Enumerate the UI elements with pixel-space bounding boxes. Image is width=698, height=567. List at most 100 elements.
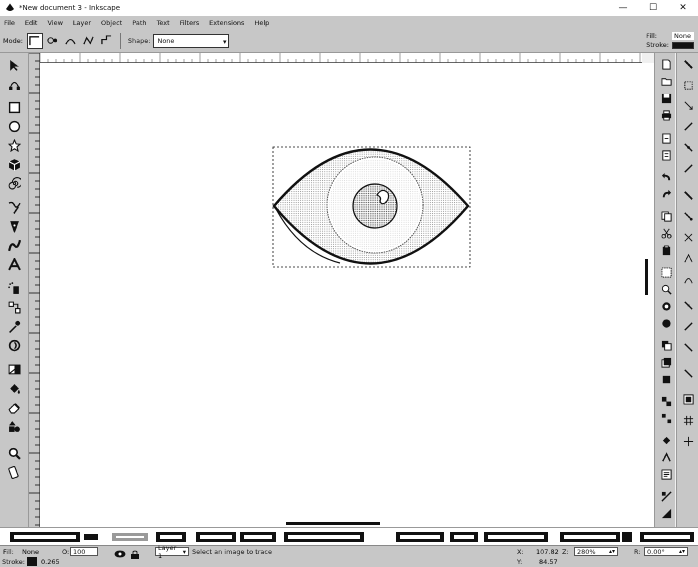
3d-box-tool[interactable] [4, 156, 24, 172]
zoom-tool[interactable] [4, 445, 24, 461]
snap-guide-button[interactable] [681, 434, 695, 448]
connector-tool[interactable] [4, 418, 24, 434]
paste-button[interactable] [659, 243, 673, 257]
snap-bbox-button[interactable] [681, 78, 695, 92]
rectangle-tool[interactable] [4, 99, 24, 115]
unlink-clone-button[interactable] [659, 372, 673, 386]
snap-midpoint-button[interactable] [681, 140, 695, 154]
paraxial-mode-button[interactable] [100, 34, 114, 48]
snap-text-baseline-button[interactable] [681, 366, 695, 380]
preferences-button[interactable] [659, 506, 673, 520]
snap-paths-button[interactable] [681, 209, 695, 223]
vertical-scrollbar[interactable] [642, 63, 654, 527]
eraser-tool[interactable] [4, 399, 24, 415]
cut-button[interactable] [659, 226, 673, 240]
maximize-button[interactable]: ☐ [638, 0, 668, 16]
vertical-scroll-thumb[interactable] [645, 259, 648, 295]
node-tool[interactable] [4, 75, 24, 91]
mesh-tool[interactable] [4, 361, 24, 377]
dropper-tool[interactable] [4, 318, 24, 334]
zoom-drawing-button[interactable] [659, 282, 673, 296]
rotation-input[interactable]: 0.00° ▴▾ [644, 547, 688, 556]
clone-button[interactable] [659, 355, 673, 369]
vertical-ruler[interactable] [29, 52, 40, 527]
color-palette[interactable] [0, 527, 698, 545]
save-button[interactable] [659, 91, 673, 105]
menu-text[interactable]: Text [152, 19, 175, 27]
layer-visibility-toggle[interactable] [114, 550, 126, 558]
pencil-tool[interactable] [4, 199, 24, 215]
bspline-mode-button[interactable] [64, 34, 78, 48]
horizontal-ruler[interactable] [39, 53, 642, 63]
zigzag-mode-button[interactable] [82, 34, 96, 48]
layer-select[interactable]: Layer 1 ▾ [155, 544, 189, 560]
zoom-fit-button[interactable] [659, 316, 673, 330]
drawing-canvas[interactable] [40, 63, 642, 527]
calligraphy-tool[interactable] [4, 237, 24, 253]
palette-swatch[interactable] [622, 532, 632, 542]
menu-filters[interactable]: Filters [175, 19, 204, 27]
menu-layer[interactable]: Layer [68, 19, 96, 27]
snap-smooth-button[interactable] [681, 272, 695, 286]
paint-bucket-tool[interactable] [4, 380, 24, 396]
redo-button[interactable] [659, 187, 673, 201]
zoom-input[interactable]: 280% ▴▾ [574, 547, 618, 556]
text-font-dialog-button[interactable] [659, 450, 673, 464]
fill-stroke-dialog-button[interactable] [659, 433, 673, 447]
snap-center-button[interactable] [681, 161, 695, 175]
align-distribute-button[interactable] [659, 489, 673, 503]
undo-button[interactable] [659, 170, 673, 184]
regular-bezier-mode-button[interactable] [26, 32, 43, 49]
snap-object-center-button[interactable] [681, 319, 695, 333]
spiro-mode-button[interactable] [46, 34, 60, 48]
snap-bbox-corner-button[interactable] [681, 119, 695, 133]
measure-tool[interactable] [4, 299, 24, 315]
zoom-selection-button[interactable] [659, 265, 673, 279]
snap-nodes-button[interactable] [681, 188, 695, 202]
text-tool[interactable] [4, 256, 24, 272]
palette-swatch[interactable] [84, 534, 98, 540]
menu-help[interactable]: Help [249, 19, 274, 27]
close-button[interactable]: ✕ [668, 0, 698, 16]
horizontal-scroll-thumb[interactable] [286, 522, 380, 525]
pupil[interactable] [352, 183, 398, 229]
opacity-input[interactable]: 100 [70, 547, 98, 556]
menu-file[interactable]: File [0, 19, 20, 27]
ellipse-tool[interactable] [4, 118, 24, 134]
spray-tool[interactable] [4, 280, 24, 296]
menu-object[interactable]: Object [96, 19, 127, 27]
open-button[interactable] [659, 74, 673, 88]
snap-rotation-center-button[interactable] [681, 340, 695, 354]
eye-drawing[interactable] [40, 63, 642, 527]
menu-edit[interactable]: Edit [20, 19, 43, 27]
palette-swatches[interactable] [0, 528, 698, 546]
new-document-button[interactable] [659, 57, 673, 71]
menu-view[interactable]: View [42, 19, 67, 27]
export-button[interactable] [659, 148, 673, 162]
menu-path[interactable]: Path [127, 19, 151, 27]
shape-select[interactable]: None ▾ [153, 33, 230, 48]
star-polygon-tool[interactable] [4, 137, 24, 153]
snap-grid-button[interactable] [681, 413, 695, 427]
snap-bbox-edge-button[interactable] [681, 98, 695, 112]
print-button[interactable] [659, 108, 673, 122]
menu-extensions[interactable]: Extensions [204, 19, 249, 27]
snap-toggle-button[interactable] [681, 57, 695, 71]
import-button[interactable] [659, 131, 673, 145]
status-fill-value[interactable]: None [22, 548, 39, 556]
tweak-tool[interactable] [4, 337, 24, 353]
status-stroke-swatch[interactable] [27, 557, 37, 566]
selector-tool[interactable] [4, 57, 24, 73]
snap-intersections-button[interactable] [681, 230, 695, 244]
pen-tool[interactable] [4, 218, 24, 234]
zoom-page-button[interactable] [659, 299, 673, 313]
snap-page-border-button[interactable] [681, 392, 695, 406]
fill-stroke-indicator[interactable]: Fill: None Stroke: [646, 32, 698, 49]
snap-cusp-button[interactable] [681, 251, 695, 265]
ungroup-button[interactable] [659, 411, 673, 425]
duplicate-button[interactable] [659, 338, 673, 352]
copy-button[interactable] [659, 209, 673, 223]
spiral-tool[interactable] [4, 175, 24, 191]
measure-ruler-tool[interactable] [4, 464, 24, 480]
snap-object-midpoint-button[interactable] [681, 298, 695, 312]
